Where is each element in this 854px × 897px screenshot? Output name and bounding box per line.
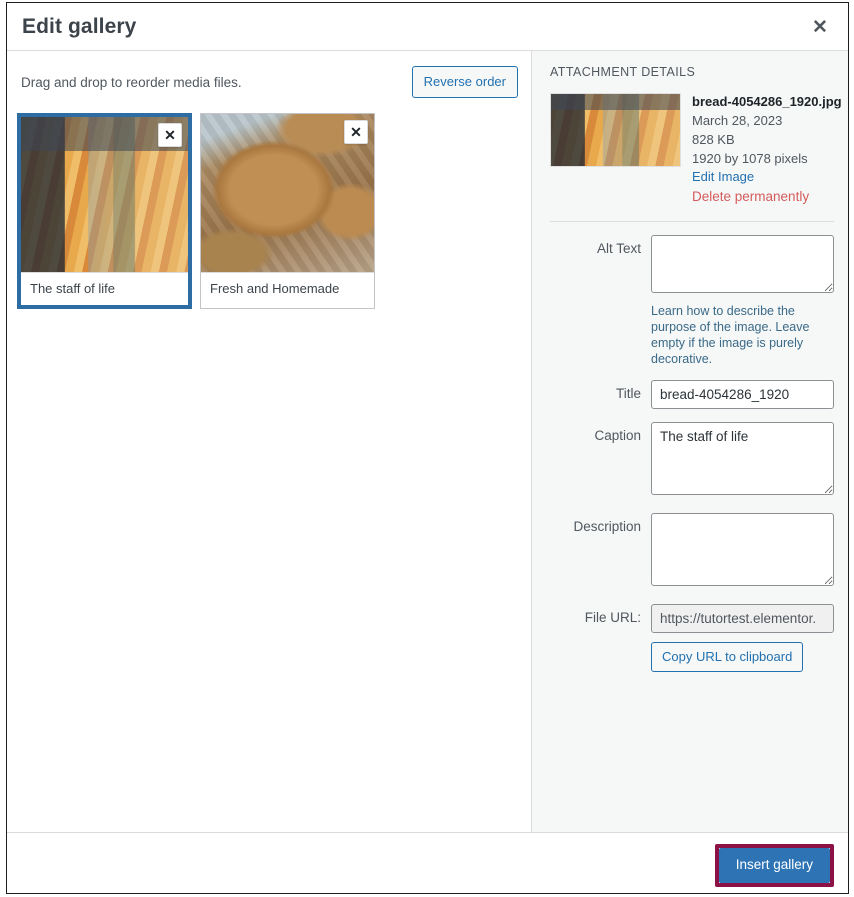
modal-header: Edit gallery ✕	[7, 3, 848, 51]
modal-body: Drag and drop to reorder media files. Re…	[7, 51, 848, 833]
gallery-item-1-caption: The staff of life	[21, 272, 188, 305]
caption-label: Caption	[594, 427, 641, 443]
gallery-item-2[interactable]: ✕ Fresh and Homemade	[200, 113, 375, 309]
caption-control	[651, 421, 834, 500]
title-input[interactable]	[651, 379, 834, 409]
remove-icon[interactable]: ✕	[158, 123, 182, 147]
sidebar-divider	[550, 220, 834, 222]
alt-text-input[interactable]	[651, 234, 834, 293]
alt-text-hint-link[interactable]: Learn how to describe the purpose of the…	[651, 303, 834, 367]
copy-url-button[interactable]: Copy URL to clipboard	[651, 641, 804, 672]
gallery-item-1[interactable]: ✕ The staff of life	[17, 113, 192, 309]
insert-gallery-highlight: Insert gallery	[714, 844, 834, 888]
title-field-row: Title	[550, 379, 834, 409]
description-control	[651, 512, 834, 591]
gallery-item-1-image: ✕	[21, 117, 188, 272]
attachment-summary: bread-4054286_1920.jpg March 28, 2023 82…	[550, 93, 842, 207]
remove-icon[interactable]: ✕	[344, 120, 368, 144]
attachment-filesize: 828 KB	[692, 131, 735, 147]
gallery-thumbnail-list: ✕ The staff of life ✕ Fresh and Homemade	[7, 113, 531, 309]
page-title: Edit gallery	[22, 14, 137, 38]
reverse-order-button[interactable]: Reverse order	[411, 65, 518, 99]
gallery-item-2-caption: Fresh and Homemade	[201, 272, 374, 305]
file-url-input[interactable]	[651, 603, 834, 633]
insert-gallery-button[interactable]: Insert gallery	[718, 848, 830, 884]
gallery-toolbar: Drag and drop to reorder media files. Re…	[7, 51, 531, 113]
alt-text-label: Alt Text	[596, 240, 641, 256]
attachment-thumbnail	[550, 93, 681, 167]
attachment-details-heading: ATTACHMENT DETAILS	[550, 65, 696, 79]
attachment-filename: bread-4054286_1920.jpg	[692, 94, 842, 109]
title-control	[651, 379, 834, 409]
description-field-row: Description	[550, 512, 834, 591]
edit-gallery-modal: Edit gallery ✕ Drag and drop to reorder …	[6, 2, 849, 894]
attachment-date: March 28, 2023	[692, 112, 783, 128]
description-input[interactable]	[651, 512, 834, 586]
screen: Edit gallery ✕ Drag and drop to reorder …	[0, 0, 854, 897]
file-url-field-row: File URL: Copy URL to clipboard	[550, 603, 834, 672]
file-url-control: Copy URL to clipboard	[651, 603, 834, 672]
description-label: Description	[573, 518, 641, 534]
gallery-item-2-image: ✕	[201, 114, 374, 272]
attachment-metadata: bread-4054286_1920.jpg March 28, 2023 82…	[692, 93, 842, 207]
file-url-label: File URL:	[584, 609, 641, 625]
alt-text-control: Learn how to describe the purpose of the…	[651, 234, 834, 367]
title-label: Title	[615, 385, 641, 401]
caption-input[interactable]	[651, 421, 834, 495]
modal-footer: Insert gallery	[7, 833, 848, 893]
drag-drop-hint: Drag and drop to reorder media files.	[21, 74, 242, 90]
alt-text-field-row: Alt Text Learn how to describe the purpo…	[550, 234, 834, 367]
close-icon[interactable]: ✕	[800, 7, 840, 47]
delete-permanently-link[interactable]: Delete permanently	[692, 187, 834, 207]
attachment-dimensions: 1920 by 1078 pixels	[692, 150, 808, 166]
gallery-pane: Drag and drop to reorder media files. Re…	[7, 51, 532, 832]
caption-field-row: Caption	[550, 421, 834, 500]
edit-image-link[interactable]: Edit Image	[692, 168, 834, 187]
attachment-details-sidebar: ATTACHMENT DETAILS bread-4054286_1920.jp…	[532, 51, 848, 832]
